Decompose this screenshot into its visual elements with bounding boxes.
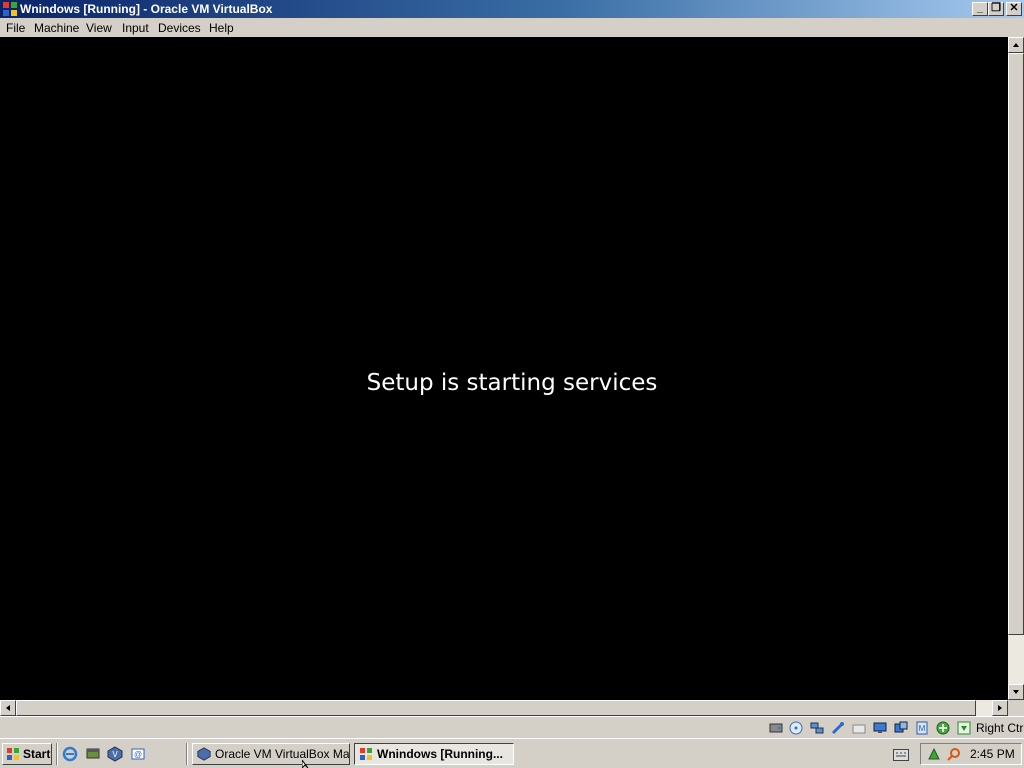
host-key-label: Right Ctrl	[976, 721, 1024, 735]
network-icon[interactable]	[810, 721, 824, 735]
arrow-right-icon	[998, 705, 1002, 711]
virtualbox-icon[interactable]: V	[107, 746, 123, 762]
optical-drive-icon[interactable]	[789, 721, 803, 735]
video-capture-icon[interactable]	[894, 721, 908, 735]
start-button[interactable]: Start	[2, 743, 52, 765]
keyboard-icon[interactable]	[893, 749, 909, 761]
display-icon[interactable]	[873, 721, 887, 735]
show-desktop-icon[interactable]	[85, 746, 101, 762]
arrow-down-icon[interactable]	[957, 721, 971, 735]
internet-explorer-icon[interactable]	[62, 746, 78, 762]
vertical-scroll-thumb[interactable]	[1008, 53, 1024, 635]
window-title-bar[interactable]: Wnindows [Running] - Oracle VM VirtualBo…	[0, 0, 1024, 18]
arrow-up-icon	[1013, 43, 1019, 47]
usb-icon[interactable]	[831, 721, 845, 735]
window-title: Wnindows [Running] - Oracle VM VirtualBo…	[20, 2, 273, 16]
virtualization-icon[interactable]	[936, 721, 950, 735]
horizontal-scroll-thumb[interactable]	[16, 700, 976, 716]
menu-file[interactable]: File	[6, 21, 25, 35]
vm-window-icon	[360, 748, 372, 760]
clock[interactable]: 2:45 PM	[970, 747, 1015, 761]
menu-view[interactable]: View	[86, 21, 112, 35]
search-icon[interactable]	[947, 747, 961, 761]
task-virtualbox-manager[interactable]: Oracle VM VirtualBox Ma...	[192, 743, 350, 765]
svg-text:V: V	[112, 750, 118, 759]
close-button[interactable]: ✕	[1006, 2, 1022, 16]
menu-input[interactable]: Input	[122, 21, 149, 35]
arrow-left-icon	[6, 705, 10, 711]
svg-text:@: @	[134, 750, 142, 759]
svg-text:M: M	[919, 724, 926, 733]
scroll-up-button[interactable]	[1008, 37, 1024, 53]
hard-disk-icon[interactable]	[769, 721, 783, 735]
menu-help[interactable]: Help	[209, 21, 234, 35]
vertical-scrollbar[interactable]	[1008, 37, 1024, 700]
taskbar: Start V @ Oracle VM VirtualBox Ma... Wni…	[0, 738, 1024, 768]
start-label: Start	[23, 747, 51, 761]
task-label: Wnindows [Running...	[377, 747, 503, 761]
scroll-down-button[interactable]	[1008, 684, 1024, 700]
menu-machine[interactable]: Machine	[34, 21, 79, 35]
maximize-button[interactable]: ❐	[988, 2, 1004, 16]
virtualbox-tray-icon[interactable]	[927, 747, 941, 761]
minimize-button[interactable]: _	[972, 2, 988, 16]
task-vm-window[interactable]: Wnindows [Running...	[354, 743, 514, 765]
virtualbox-window-icon	[3, 2, 17, 16]
taskbar-separator	[186, 743, 188, 765]
outlook-express-icon[interactable]: @	[130, 746, 146, 762]
windows-logo-icon	[7, 748, 19, 760]
menu-devices[interactable]: Devices	[158, 21, 201, 35]
scroll-left-button[interactable]	[0, 700, 16, 716]
menu-bar: File Machine View Input Devices Help	[0, 18, 1024, 37]
setup-status-message: Setup is starting services	[366, 370, 658, 396]
horizontal-scrollbar[interactable]	[0, 700, 1008, 716]
vm-status-bar: M Right Ctrl	[0, 716, 1024, 739]
scroll-corner	[1008, 700, 1024, 716]
system-tray: 2:45 PM	[920, 743, 1022, 765]
taskbar-separator	[56, 743, 58, 765]
shared-folders-icon[interactable]	[852, 721, 866, 735]
arrow-down-icon	[1013, 690, 1019, 694]
task-label: Oracle VM VirtualBox Ma...	[215, 747, 350, 761]
scroll-right-button[interactable]	[992, 700, 1008, 716]
virtualbox-icon	[197, 747, 211, 761]
mouse-integration-icon[interactable]: M	[915, 721, 929, 735]
mouse-cursor-icon	[302, 760, 309, 768]
